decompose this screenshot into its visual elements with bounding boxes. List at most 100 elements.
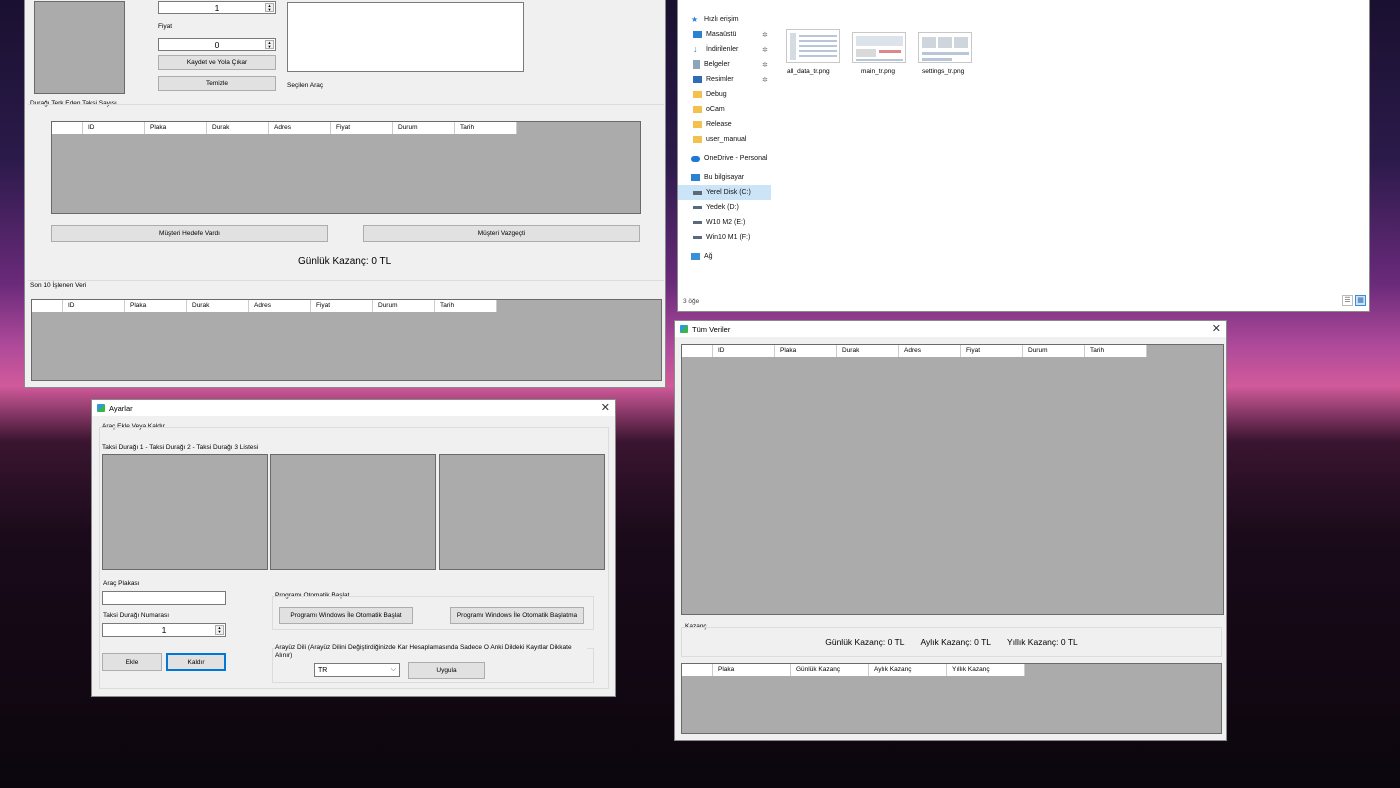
col-date[interactable]: Tarih: [435, 300, 497, 312]
yearly-earnings: Yıllık Kazanç: 0 TL: [1007, 637, 1078, 647]
file-name: settings_tr.png: [922, 68, 965, 75]
sidebar-item-this-pc[interactable]: Bu bilgisayar: [678, 170, 773, 185]
file-item[interactable]: settings_tr.png: [914, 29, 976, 79]
drive-icon: [693, 206, 702, 209]
earnings-grid[interactable]: Plaka Günlük Kazanç Aylık Kazanç Yıllık …: [681, 663, 1222, 734]
price-stepper[interactable]: 0 ▲ ▼: [158, 38, 276, 51]
col-id[interactable]: ID: [713, 345, 775, 357]
close-icon[interactable]: ✕: [1212, 323, 1221, 335]
stepper-arrows[interactable]: ▲ ▼: [265, 3, 274, 12]
autostart-enable-button[interactable]: Programı Windows İle Otomatik Başlat: [279, 607, 413, 624]
stop-3-list[interactable]: [439, 454, 605, 570]
col-id[interactable]: ID: [63, 300, 125, 312]
stop-number-value: 1: [161, 625, 167, 635]
sidebar-item-debug[interactable]: Debug: [678, 87, 773, 102]
col-stop[interactable]: Durak: [187, 300, 249, 312]
add-vehicle-button[interactable]: Ekle: [102, 653, 162, 671]
col-plate[interactable]: Plaka: [125, 300, 187, 312]
close-icon[interactable]: ✕: [601, 402, 610, 414]
col-plate[interactable]: Plaka: [145, 122, 207, 134]
settings-titlebar[interactable]: Ayarlar ✕: [92, 400, 615, 416]
sidebar-item-release[interactable]: Release: [678, 117, 773, 132]
customer-reached-button[interactable]: Müşteri Hedefe Vardı: [51, 225, 328, 242]
sidebar-item-downloads[interactable]: ↓ İndirilenler ✲: [678, 42, 773, 57]
col-plate[interactable]: Plaka: [775, 345, 837, 357]
drive-icon: [693, 236, 702, 239]
file-name: main_tr.png: [861, 68, 895, 75]
col-address[interactable]: Adres: [269, 122, 331, 134]
col-date[interactable]: Tarih: [455, 122, 517, 134]
col-yearly-earnings[interactable]: Yıllık Kazanç: [947, 664, 1025, 676]
col-daily-earnings[interactable]: Günlük Kazanç: [791, 664, 869, 676]
vehicle-image: [34, 1, 125, 94]
sidebar-item-quick-access[interactable]: ★ Hızlı erişim: [678, 12, 773, 27]
clear-button[interactable]: Temizle: [158, 76, 276, 91]
pin-icon: ✲: [762, 76, 768, 84]
drive-icon: [693, 190, 702, 195]
col-status[interactable]: Durum: [393, 122, 455, 134]
image-thumbnail: [786, 29, 840, 63]
quantity-stepper[interactable]: 1 ▲ ▼: [158, 1, 276, 14]
sidebar-item-drive-c[interactable]: Yerel Disk (C:): [678, 185, 771, 200]
sidebar-item-pictures[interactable]: Resimler ✲: [678, 72, 773, 87]
sidebar-item-user-manual[interactable]: user_manual: [678, 132, 773, 147]
remove-vehicle-button[interactable]: Kaldır: [166, 653, 226, 671]
col-price[interactable]: Fiyat: [961, 345, 1023, 357]
main-window: 1 ▲ ▼ Fiyat 0 ▲ ▼ Kaydet ve Yola Çıkar Tem…: [24, 0, 666, 388]
star-icon: ★: [691, 15, 699, 24]
sidebar-item-ocam[interactable]: oCam: [678, 102, 773, 117]
apply-language-button[interactable]: Uygula: [408, 662, 485, 679]
plate-label: Araç Plakası: [103, 580, 140, 587]
selected-vehicle-list[interactable]: [287, 2, 524, 72]
stepper-arrows[interactable]: ▲ ▼: [215, 625, 224, 635]
col-address[interactable]: Adres: [899, 345, 961, 357]
last10-grid[interactable]: ID Plaka Durak Adres Fiyat Durum Tarih: [31, 299, 662, 381]
col-id[interactable]: ID: [83, 122, 145, 134]
details-view-icon[interactable]: ☰: [1342, 295, 1353, 306]
col-stop[interactable]: Durak: [207, 122, 269, 134]
all-data-grid-header: ID Plaka Durak Adres Fiyat Durum Tarih: [682, 345, 1147, 357]
col-date[interactable]: Tarih: [1085, 345, 1147, 357]
language-select[interactable]: TR ⌵: [314, 663, 400, 677]
app-icon: [680, 325, 688, 333]
navigation-pane: ★ Hızlı erişim Masaüstü ✲ ↓ İndirilenler ✲ B…: [678, 12, 773, 282]
col-status[interactable]: Durum: [373, 300, 435, 312]
stepper-arrows[interactable]: ▲ ▼: [265, 40, 274, 49]
col-monthly-earnings[interactable]: Aylık Kazanç: [869, 664, 947, 676]
stop-2-list[interactable]: [270, 454, 436, 570]
customer-gave-up-button[interactable]: Müşteri Vazgeçti: [363, 225, 640, 242]
col-price[interactable]: Fiyat: [311, 300, 373, 312]
status-item-count: 3 öğe: [683, 298, 700, 305]
all-data-grid[interactable]: ID Plaka Durak Adres Fiyat Durum Tarih: [681, 344, 1224, 615]
plate-input[interactable]: [102, 591, 226, 605]
col-address[interactable]: Adres: [249, 300, 311, 312]
col-price[interactable]: Fiyat: [331, 122, 393, 134]
large-icons-view-icon[interactable]: ▦: [1355, 295, 1366, 306]
network-icon: [691, 253, 700, 260]
stop-number-stepper[interactable]: 1 ▲ ▼: [102, 623, 226, 637]
daily-earnings: Günlük Kazanç: 0 TL: [825, 637, 905, 647]
all-data-window: Tüm Veriler ✕ ID Plaka Durak Adres Fiyat…: [674, 320, 1227, 741]
col-stop[interactable]: Durak: [837, 345, 899, 357]
monthly-earnings: Aylık Kazanç: 0 TL: [920, 637, 992, 647]
chevron-down-icon: ⌵: [390, 666, 396, 673]
sidebar-item-documents[interactable]: Belgeler ✲: [678, 57, 773, 72]
earnings-summary: Günlük Kazanç: 0 TL Aylık Kazanç: 0 TL Y…: [681, 637, 1222, 647]
sidebar-item-drive-e[interactable]: W10 M2 (E:): [678, 215, 773, 230]
file-item[interactable]: all_data_tr.png: [782, 29, 844, 79]
col-status[interactable]: Durum: [1023, 345, 1085, 357]
sidebar-item-drive-f[interactable]: Win10 M1 (F:): [678, 230, 773, 245]
autostart-disable-button[interactable]: Programı Windows İle Otomatik Başlatma: [450, 607, 584, 624]
stop-1-list[interactable]: [102, 454, 268, 570]
sidebar-item-desktop[interactable]: Masaüstü ✲: [678, 27, 773, 42]
col-plate[interactable]: Plaka: [713, 664, 791, 676]
file-item[interactable]: main_tr.png: [848, 29, 910, 79]
sidebar-item-network[interactable]: Ağ: [678, 249, 773, 264]
save-and-depart-button[interactable]: Kaydet ve Yola Çıkar: [158, 55, 276, 70]
all-data-titlebar[interactable]: Tüm Veriler ✕: [675, 321, 1226, 337]
sidebar-item-onedrive[interactable]: OneDrive - Personal: [678, 151, 773, 166]
download-icon: ↓: [693, 44, 698, 54]
document-icon: [693, 60, 700, 69]
departed-grid[interactable]: ID Plaka Durak Adres Fiyat Durum Tarih: [51, 121, 641, 214]
sidebar-item-drive-d[interactable]: Yedek (D:): [678, 200, 773, 215]
